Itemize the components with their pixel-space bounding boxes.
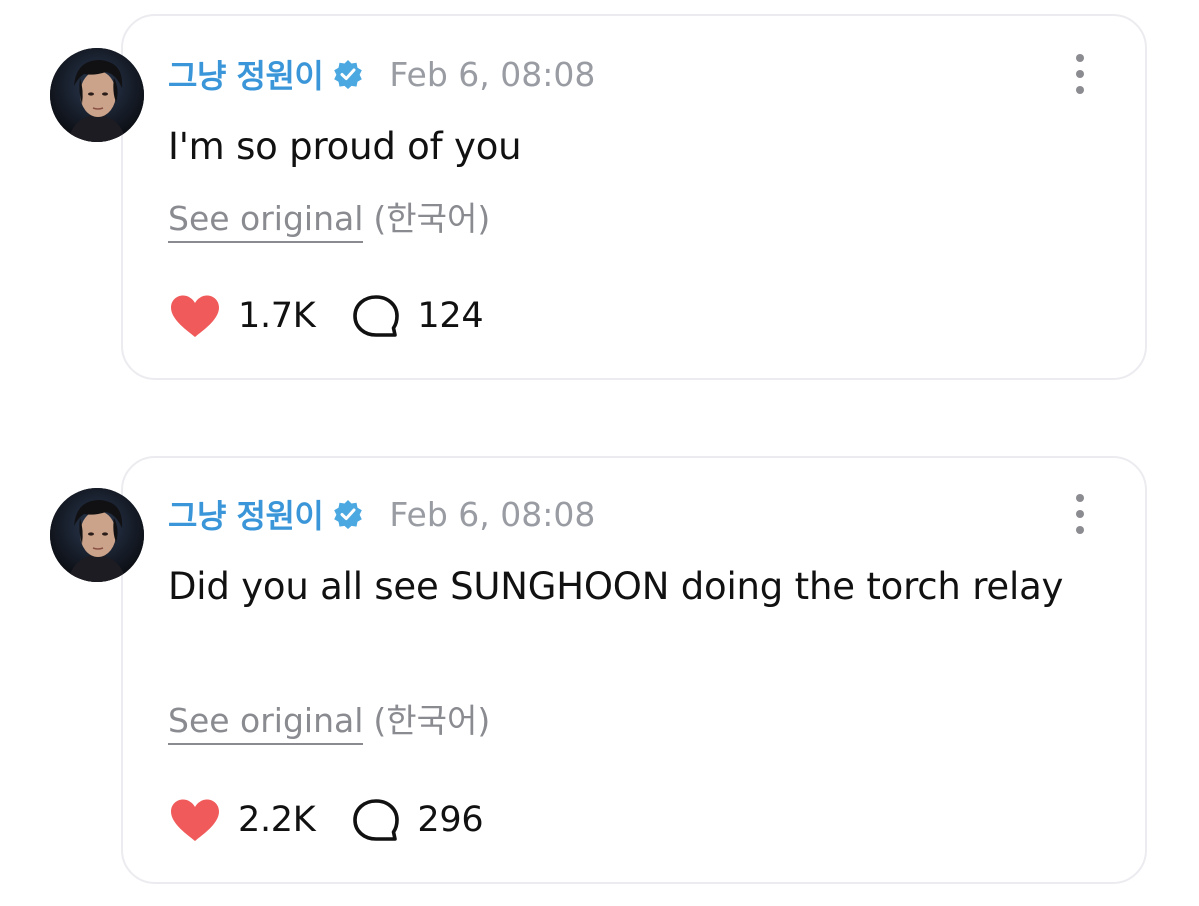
comment-bubble-icon[interactable] [351, 293, 401, 339]
username[interactable]: 그냥 정원이 [168, 51, 324, 97]
translation-row: See original (한국어) [168, 192, 491, 243]
heart-icon[interactable] [168, 293, 222, 339]
translation-row: See original (한국어) [168, 694, 491, 745]
more-options-icon[interactable] [1066, 494, 1094, 534]
see-original-link[interactable]: See original [168, 199, 364, 243]
like-count: 1.7K [238, 296, 316, 336]
original-language-label: (한국어) [373, 199, 491, 238]
verified-badge-icon [333, 59, 363, 89]
like-count: 2.2K [238, 800, 316, 840]
comment-item: 그냥 정원이 Feb 6, 08:08 Did you all see SUNG… [0, 440, 1199, 906]
username[interactable]: 그냥 정원이 [168, 491, 324, 537]
comment-count: 296 [417, 800, 484, 840]
comment-bubble-icon[interactable] [351, 797, 401, 843]
avatar-image [50, 48, 144, 142]
heart-icon[interactable] [168, 797, 222, 843]
action-bar: 2.2K 296 [168, 796, 519, 844]
comment-text: I'm so proud of you [168, 125, 522, 168]
original-language-label: (한국어) [373, 701, 491, 740]
verified-badge-icon [333, 499, 363, 529]
timestamp: Feb 6, 08:08 [389, 54, 596, 94]
avatar[interactable] [50, 48, 144, 142]
avatar-image [50, 488, 144, 582]
comment-list: 그냥 정원이 Feb 6, 08:08 I'm so proud of you … [0, 0, 1199, 906]
timestamp: Feb 6, 08:08 [389, 494, 596, 534]
see-original-link[interactable]: See original [168, 701, 364, 745]
comment-item: 그냥 정원이 Feb 6, 08:08 I'm so proud of you … [0, 0, 1199, 400]
comment-header: 그냥 정원이 Feb 6, 08:08 [168, 492, 595, 536]
action-bar: 1.7K 124 [168, 292, 519, 340]
comment-count: 124 [417, 296, 484, 336]
comment-header: 그냥 정원이 Feb 6, 08:08 [168, 52, 595, 96]
more-options-icon[interactable] [1066, 54, 1094, 94]
avatar[interactable] [50, 488, 144, 582]
comment-text: Did you all see SUNGHOON doing the torch… [168, 565, 1064, 608]
